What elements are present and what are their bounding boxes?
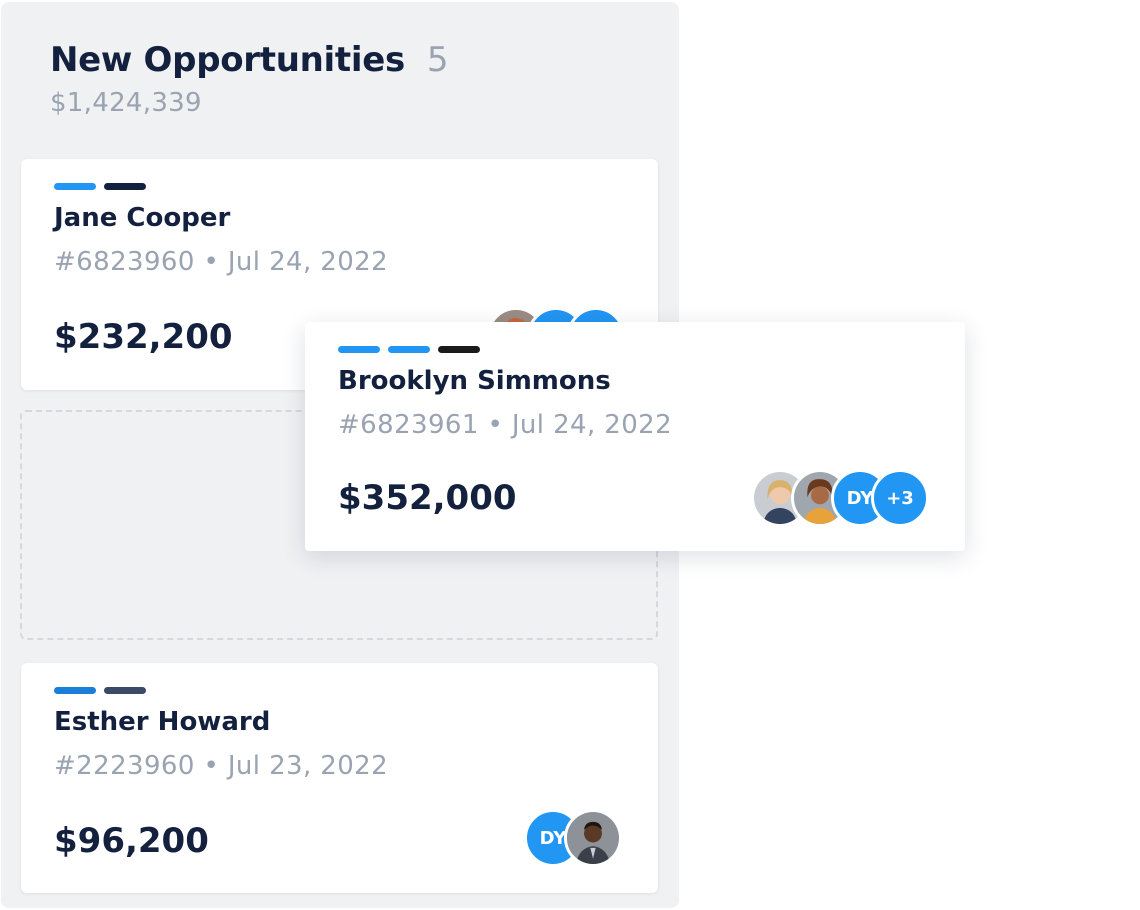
deal-meta: #6823961 • Jul 24, 2022 [338, 410, 673, 440]
tag-bar [54, 183, 146, 190]
avatar-group[interactable]: DY [524, 809, 622, 867]
tag-strip [438, 346, 480, 353]
deal-name: Jane Cooper [54, 203, 231, 233]
deal-amount: $96,200 [54, 821, 209, 861]
more-members-badge[interactable]: +3 [871, 469, 929, 527]
tag-strip [388, 346, 430, 353]
deal-amount: $232,200 [54, 317, 233, 357]
tag-strip [104, 183, 146, 190]
tag-bar [338, 346, 480, 353]
tag-strip [338, 346, 380, 353]
column-count: 5 [426, 40, 449, 80]
avatar-group[interactable]: DY +3 [751, 469, 929, 527]
deal-name: Esther Howard [54, 707, 271, 737]
deal-card-brooklyn-simmons[interactable]: Brooklyn Simmons #6823961 • Jul 24, 2022… [305, 322, 965, 551]
column-title-row: New Opportunities 5 [50, 40, 449, 80]
deal-meta: #2223960 • Jul 23, 2022 [54, 751, 389, 781]
column-title: New Opportunities [50, 40, 405, 80]
man-photo-avatar [564, 809, 622, 867]
deal-name: Brooklyn Simmons [338, 366, 611, 396]
deal-meta: #6823960 • Jul 24, 2022 [54, 247, 389, 277]
deal-amount: $352,000 [338, 478, 517, 518]
column-header: New Opportunities 5 $1,424,339 [50, 40, 449, 118]
tag-bar [54, 687, 146, 694]
tag-strip [54, 687, 96, 694]
tag-strip [54, 183, 96, 190]
tag-strip [104, 687, 146, 694]
deal-card-esther-howard[interactable]: Esther Howard #2223960 • Jul 23, 2022 $9… [21, 663, 658, 893]
column-total: $1,424,339 [50, 88, 202, 118]
